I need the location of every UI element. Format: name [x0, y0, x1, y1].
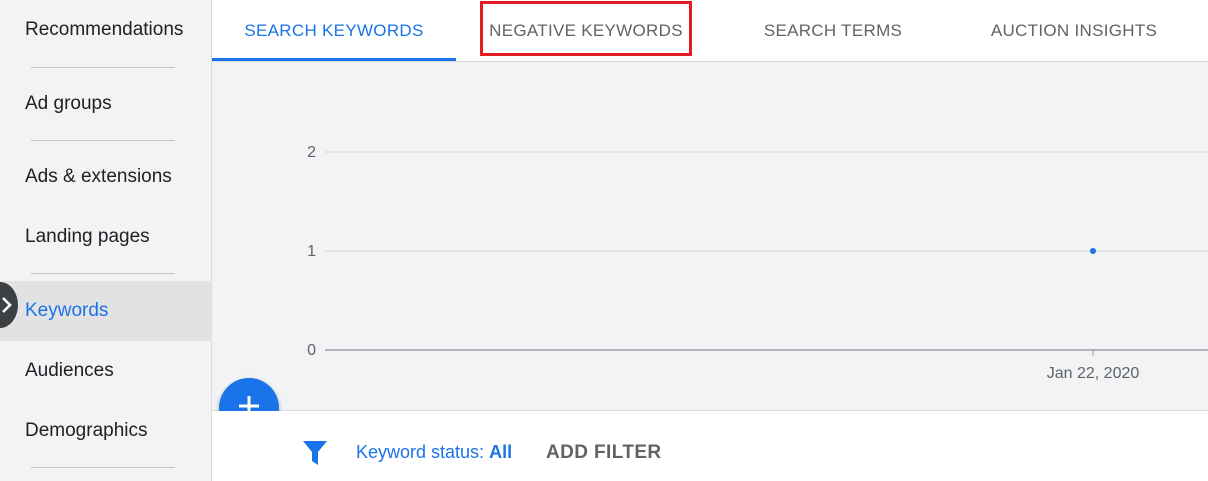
sidebar-item-ad-groups[interactable]: Ad groups: [0, 75, 211, 133]
active-tab-indicator: [212, 58, 456, 61]
data-point[interactable]: [1090, 248, 1096, 254]
tab-label: SEARCH KEYWORDS: [244, 21, 424, 40]
sidebar-item-demographics[interactable]: Demographics: [0, 402, 211, 460]
sidebar-item-label: Audiences: [25, 360, 114, 381]
filter-status-label: Keyword status:: [356, 442, 485, 462]
tab-negative-keywords[interactable]: NEGATIVE KEYWORDS: [480, 0, 692, 62]
sidebar-item-label: Ad groups: [25, 93, 112, 114]
filter-bar: Keyword status: All ADD FILTER: [212, 411, 1208, 481]
tab-bar: SEARCH KEYWORDS NEGATIVE KEYWORDS SEARCH…: [212, 0, 1208, 62]
keyword-status-filter[interactable]: Keyword status: All: [356, 442, 512, 463]
performance-chart: 0 1 2 Jan 22, 2020: [212, 62, 1208, 411]
y-tick-label: 0: [307, 342, 316, 359]
tab-search-keywords[interactable]: SEARCH KEYWORDS: [212, 0, 456, 62]
sidebar-item-label: Recommendations: [25, 19, 184, 40]
tab-auction-insights[interactable]: AUCTION INSIGHTS: [974, 0, 1174, 62]
sidebar-item-recommendations[interactable]: Recommendations: [0, 1, 211, 59]
chart-svg: 0 1 2 Jan 22, 2020: [307, 144, 1208, 382]
sidebar-item-audiences[interactable]: Audiences: [0, 342, 211, 400]
filter-status-value: All: [489, 442, 513, 462]
sidebar-item-label: Keywords: [25, 300, 109, 321]
y-tick-label: 2: [307, 144, 316, 161]
tab-label: AUCTION INSIGHTS: [990, 21, 1158, 40]
y-tick-label: 1: [307, 243, 316, 260]
sidebar-divider: [31, 140, 175, 141]
add-filter-button[interactable]: ADD FILTER: [546, 442, 662, 464]
tab-search-terms[interactable]: SEARCH TERMS: [732, 0, 934, 62]
sidebar-item-keywords[interactable]: Keywords: [0, 281, 211, 341]
sidebar-item-label: Landing pages: [25, 226, 150, 247]
tab-label: NEGATIVE KEYWORDS: [489, 21, 683, 40]
x-tick-label: Jan 22, 2020: [1047, 365, 1140, 382]
sidebar-item-landing-pages[interactable]: Landing pages: [0, 208, 211, 266]
tab-label: SEARCH TERMS: [763, 21, 903, 40]
sidebar: Recommendations Ad groups Ads & extensio…: [0, 0, 212, 481]
sidebar-item-label: Ads & extensions: [25, 166, 172, 187]
sidebar-divider: [31, 467, 175, 468]
sidebar-divider: [31, 67, 175, 68]
sidebar-item-label: Demographics: [25, 420, 148, 441]
sidebar-item-ads-extensions[interactable]: Ads & extensions: [0, 148, 211, 206]
chevron-right-icon: [0, 296, 14, 314]
sidebar-divider: [31, 273, 175, 274]
funnel-icon[interactable]: [303, 441, 327, 472]
